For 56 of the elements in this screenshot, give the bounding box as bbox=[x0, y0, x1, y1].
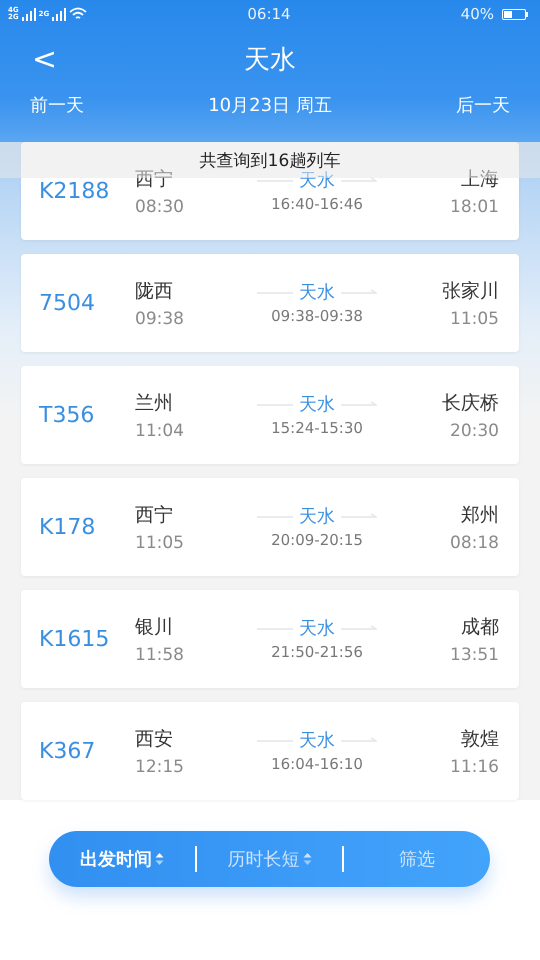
via-time: 21:50-21:56 bbox=[271, 642, 363, 660]
via-station: 天水 bbox=[299, 392, 335, 416]
departure-time: 08:30 bbox=[135, 196, 185, 216]
train-number: T356 bbox=[39, 402, 96, 428]
signal-icon bbox=[52, 7, 66, 21]
arrival-station: 上海 bbox=[461, 166, 499, 192]
via-time: 20:09-20:15 bbox=[271, 530, 363, 548]
arrival-time: 11:05 bbox=[450, 308, 499, 328]
train-number: K178 bbox=[39, 514, 96, 540]
wifi-icon bbox=[69, 7, 88, 21]
arrival-time: 20:30 bbox=[450, 420, 499, 440]
departure-station: 西宁 bbox=[135, 502, 174, 528]
departure-station: 陇西 bbox=[135, 278, 174, 304]
status-time: 06:14 bbox=[246, 5, 292, 23]
arrival-station: 张家川 bbox=[442, 278, 499, 304]
via-time: 16:04-16:10 bbox=[271, 754, 363, 772]
train-card[interactable]: K178 西宁 11:05 天水 20:09-20:15 郑州 08:18 bbox=[21, 478, 519, 576]
via-time: 15:24-15:30 bbox=[271, 418, 363, 436]
page-title: 天水 bbox=[244, 44, 296, 76]
sort-arrows-icon bbox=[302, 852, 312, 866]
departure-time: 09:38 bbox=[135, 308, 185, 328]
departure-station: 西安 bbox=[135, 726, 174, 752]
arrival-time: 13:51 bbox=[450, 644, 499, 664]
train-card[interactable]: 7504 陇西 09:38 天水 09:38-09:38 张家川 11:05 bbox=[21, 254, 519, 352]
departure-station: 西宁 bbox=[135, 166, 174, 192]
current-date: 10月23日 周五 bbox=[208, 94, 332, 117]
arrival-station: 成都 bbox=[461, 614, 499, 640]
via-station: 天水 bbox=[299, 728, 335, 752]
arrival-station: 郑州 bbox=[461, 502, 499, 528]
departure-time: 11:05 bbox=[135, 532, 185, 552]
via-station: 天水 bbox=[299, 504, 335, 528]
sort-arrows-icon bbox=[154, 852, 164, 866]
departure-time: 12:15 bbox=[135, 756, 185, 776]
via-station: 天水 bbox=[299, 280, 335, 304]
battery-percent: 40% bbox=[460, 5, 494, 23]
via-time: 16:40-16:46 bbox=[271, 194, 363, 212]
arrival-time: 18:01 bbox=[450, 196, 499, 216]
arrival-station: 敦煌 bbox=[461, 726, 499, 752]
via-station: 天水 bbox=[299, 168, 335, 192]
arrival-time: 08:18 bbox=[450, 532, 499, 552]
departure-time: 11:04 bbox=[135, 420, 185, 440]
train-number: K2188 bbox=[39, 178, 110, 204]
train-number: K367 bbox=[39, 738, 96, 764]
departure-station: 银川 bbox=[135, 614, 174, 640]
departure-station: 兰州 bbox=[135, 390, 174, 416]
train-card[interactable]: K367 西安 12:15 天水 16:04-16:10 敦煌 11:16 bbox=[21, 702, 519, 800]
train-number: K1615 bbox=[39, 626, 110, 652]
train-card[interactable]: K1615 银川 11:58 天水 21:50-21:56 成都 13:51 bbox=[21, 590, 519, 688]
departure-time: 11:58 bbox=[135, 644, 185, 664]
via-time: 09:38-09:38 bbox=[271, 306, 363, 324]
train-card[interactable]: T356 兰州 11:04 天水 15:24-15:30 长庆桥 20:30 bbox=[21, 366, 519, 464]
via-station: 天水 bbox=[299, 616, 335, 640]
signal-icon bbox=[22, 7, 36, 21]
train-number: 7504 bbox=[39, 290, 96, 316]
arrival-time: 11:16 bbox=[450, 756, 499, 776]
arrival-station: 长庆桥 bbox=[442, 390, 499, 416]
